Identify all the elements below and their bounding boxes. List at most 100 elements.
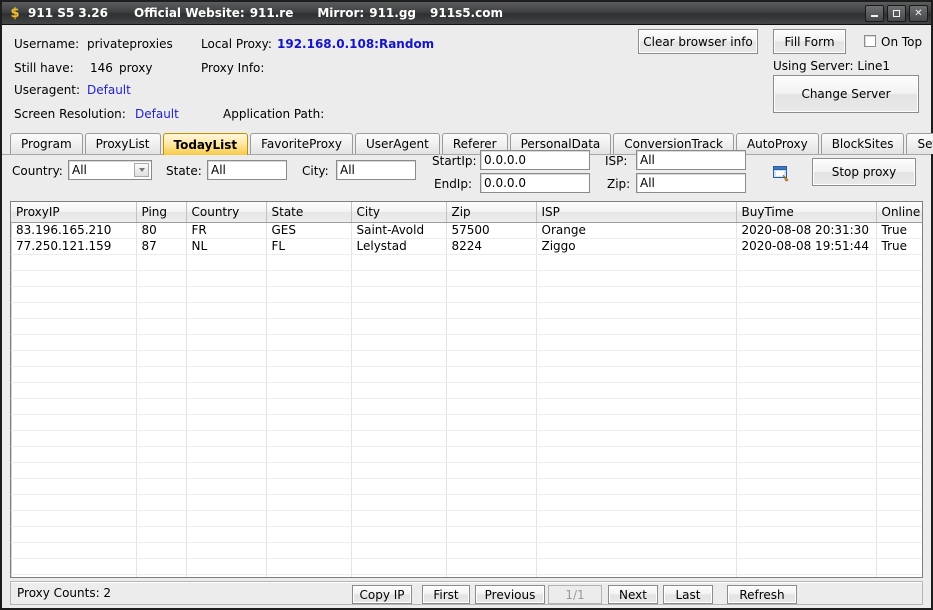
tab-blocksites[interactable]: BlockSites bbox=[820, 133, 905, 154]
column-header-state[interactable]: State bbox=[266, 202, 352, 223]
cell-empty bbox=[351, 398, 447, 415]
table-row-empty[interactable] bbox=[11, 542, 922, 559]
country-select[interactable]: All bbox=[68, 160, 152, 180]
minimize-button[interactable] bbox=[865, 5, 884, 22]
cell-empty bbox=[136, 302, 187, 319]
cell-empty bbox=[876, 270, 922, 287]
table-row-empty[interactable] bbox=[11, 382, 922, 399]
tab-settings[interactable]: Settings bbox=[906, 133, 933, 154]
cell-empty bbox=[536, 478, 737, 495]
tab-todaylist[interactable]: TodayList bbox=[162, 133, 249, 155]
screen-resolution-value[interactable]: Default bbox=[135, 107, 179, 121]
refresh-label: Refresh bbox=[739, 587, 785, 602]
table-row-empty[interactable] bbox=[11, 366, 922, 383]
maximize-button[interactable] bbox=[887, 5, 906, 22]
column-header-country[interactable]: Country bbox=[186, 202, 267, 223]
copy-ip-button[interactable]: Copy IP bbox=[352, 585, 412, 604]
tab-program[interactable]: Program bbox=[10, 133, 83, 154]
cell-state: GES bbox=[266, 222, 352, 239]
stop-proxy-label: Stop proxy bbox=[831, 165, 897, 179]
table-row-empty[interactable] bbox=[11, 558, 922, 575]
useragent-value[interactable]: Default bbox=[87, 83, 131, 97]
cell-empty bbox=[736, 478, 877, 495]
state-input[interactable]: All bbox=[207, 160, 287, 180]
cell-empty bbox=[876, 366, 922, 383]
change-server-button[interactable]: Change Server bbox=[773, 75, 919, 113]
clear-browser-info-button[interactable]: Clear browser info bbox=[638, 29, 758, 54]
column-header-proxyip[interactable]: ProxyIP bbox=[11, 202, 137, 223]
endip-input[interactable]: 0.0.0.0 bbox=[480, 173, 590, 193]
fill-form-label: Fill Form bbox=[784, 34, 835, 49]
table-row-empty[interactable] bbox=[11, 494, 922, 511]
close-button[interactable]: ✕ bbox=[909, 5, 928, 22]
cell-empty bbox=[446, 318, 537, 335]
column-header-ping[interactable]: Ping bbox=[136, 202, 187, 223]
tab-autoproxy[interactable]: AutoProxy bbox=[735, 133, 819, 154]
table-row-empty[interactable] bbox=[11, 462, 922, 479]
cell-empty bbox=[11, 334, 137, 351]
cell-empty bbox=[876, 510, 922, 527]
table-row-empty[interactable] bbox=[11, 510, 922, 527]
table-row-empty[interactable] bbox=[11, 302, 922, 319]
table-row[interactable]: 83.196.165.210 80 FR GES Saint-Avold 57500 Ora… bbox=[11, 222, 922, 239]
table-row-empty[interactable] bbox=[11, 446, 922, 463]
stop-proxy-button[interactable]: Stop proxy bbox=[812, 158, 916, 186]
tab-label: PersonalData bbox=[520, 137, 601, 151]
table-row-empty[interactable] bbox=[11, 398, 922, 415]
previous-page-button[interactable]: Previous bbox=[475, 585, 545, 604]
table-row[interactable]: 77.250.121.159 87 NL FL Lelystad 8224 Ziggo 202… bbox=[11, 238, 922, 255]
search-window-icon[interactable] bbox=[773, 166, 791, 182]
tab-useragent[interactable]: UserAgent bbox=[354, 133, 440, 154]
table-row-empty[interactable] bbox=[11, 430, 922, 447]
table-row-empty[interactable] bbox=[11, 478, 922, 495]
isp-input[interactable]: All bbox=[636, 150, 746, 170]
cell-empty bbox=[351, 526, 447, 543]
cell-empty bbox=[876, 526, 922, 543]
last-page-button[interactable]: Last bbox=[663, 585, 713, 604]
city-input[interactable]: All bbox=[336, 160, 416, 180]
proxy-table[interactable]: ProxyIP Ping Country State City Zip ISP BuyTime… bbox=[10, 201, 923, 578]
tab-label: UserAgent bbox=[365, 137, 429, 151]
column-header-zip[interactable]: Zip bbox=[446, 202, 537, 223]
column-header-isp[interactable]: ISP bbox=[536, 202, 737, 223]
table-row-empty[interactable] bbox=[11, 286, 922, 303]
mirror-value-1[interactable]: 911.gg bbox=[369, 6, 416, 20]
cell-empty bbox=[446, 430, 537, 447]
first-page-button[interactable]: First bbox=[422, 585, 470, 604]
on-top-checkbox[interactable] bbox=[864, 35, 876, 47]
tab-favoriteproxy[interactable]: FavoriteProxy bbox=[250, 133, 353, 154]
cell-empty bbox=[536, 446, 737, 463]
cell-empty bbox=[186, 478, 267, 495]
table-row-empty[interactable] bbox=[11, 526, 922, 543]
refresh-button[interactable]: Refresh bbox=[727, 585, 797, 604]
cell-empty bbox=[536, 286, 737, 303]
table-row-empty[interactable] bbox=[11, 414, 922, 431]
column-header-online[interactable]: Online bbox=[876, 202, 922, 223]
table-row-empty[interactable] bbox=[11, 254, 922, 271]
cell-empty bbox=[186, 446, 267, 463]
column-header-buytime[interactable]: BuyTime bbox=[736, 202, 877, 223]
table-row-empty[interactable] bbox=[11, 318, 922, 335]
chevron-down-icon[interactable] bbox=[134, 163, 149, 177]
official-website-value[interactable]: 911.re bbox=[250, 6, 294, 20]
cell-empty bbox=[876, 286, 922, 303]
cell-empty bbox=[11, 270, 137, 287]
cell-empty bbox=[351, 382, 447, 399]
next-page-button[interactable]: Next bbox=[608, 585, 658, 604]
tab-label: TodayList bbox=[173, 137, 238, 152]
column-header-city[interactable]: City bbox=[351, 202, 447, 223]
cell-empty bbox=[11, 254, 137, 271]
startip-input[interactable]: 0.0.0.0 bbox=[480, 150, 590, 170]
tab-proxylist[interactable]: ProxyList bbox=[84, 133, 161, 154]
table-row-empty[interactable] bbox=[11, 334, 922, 351]
cell-empty bbox=[266, 366, 352, 383]
country-label: Country: bbox=[12, 164, 63, 178]
title-bar: $ 911 S5 3.26 Official Website: 911.re M… bbox=[2, 2, 931, 25]
cell-empty bbox=[446, 510, 537, 527]
table-row-empty[interactable] bbox=[11, 350, 922, 367]
fill-form-button[interactable]: Fill Form bbox=[773, 29, 846, 54]
table-row-empty[interactable] bbox=[11, 270, 922, 287]
mirror-value-2[interactable]: 911s5.com bbox=[430, 6, 503, 20]
zip-input[interactable]: All bbox=[636, 173, 746, 193]
cell-empty bbox=[266, 334, 352, 351]
